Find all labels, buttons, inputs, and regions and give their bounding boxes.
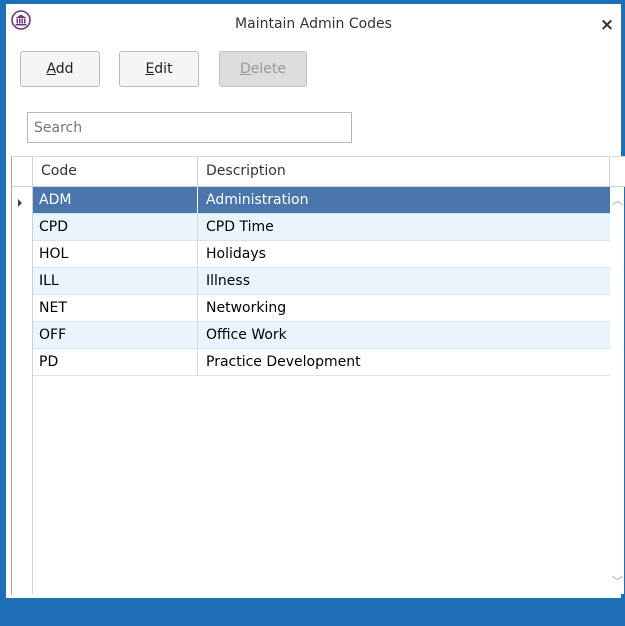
description-cell: Holidays: [206, 246, 266, 262]
column-header-description[interactable]: Description: [198, 157, 610, 186]
chevron-up-icon[interactable]: ︿: [612, 192, 623, 208]
table-row[interactable]: OFF Office Work: [33, 322, 610, 349]
add-button-label: dd: [55, 61, 74, 77]
table-row[interactable]: ILL Illness: [33, 268, 610, 295]
add-button[interactable]: Add: [20, 51, 100, 87]
chevron-down-icon[interactable]: ﹀: [612, 573, 623, 589]
grid-header: Code Description: [12, 157, 625, 187]
code-cell: ILL: [33, 268, 198, 294]
table-row[interactable]: HOL Holidays: [33, 241, 610, 268]
edit-button-label: dit: [154, 61, 173, 77]
table-row[interactable]: ADM Administration: [33, 187, 610, 214]
add-button-mnemonic: A: [46, 61, 56, 77]
vertical-scrollbar[interactable]: ︿ ﹀: [610, 187, 624, 594]
code-cell: CPD: [33, 214, 198, 240]
table-row[interactable]: NET Networking: [33, 295, 610, 322]
window-title: Maintain Admin Codes: [235, 16, 392, 32]
title-bar: Maintain Admin Codes ×: [6, 4, 621, 38]
delete-button-label: elete: [250, 61, 286, 77]
code-cell: PD: [33, 349, 198, 375]
status-bar: [0, 598, 625, 626]
description-cell: Illness: [206, 273, 250, 289]
description-cell: Networking: [206, 300, 287, 316]
search-input[interactable]: [27, 112, 352, 143]
current-row-arrow-icon: [18, 199, 22, 207]
row-indicator-column: [12, 157, 33, 594]
description-cell: Office Work: [206, 327, 287, 343]
description-cell: Practice Development: [206, 354, 361, 370]
code-cell: HOL: [33, 241, 198, 267]
description-cell: CPD Time: [206, 219, 274, 235]
table-row[interactable]: PD Practice Development: [33, 349, 610, 376]
code-cell: ADM: [33, 187, 198, 213]
code-cell: NET: [33, 295, 198, 321]
delete-button-mnemonic: D: [240, 61, 251, 77]
admin-codes-grid: Code Description ADM Administration CPD …: [11, 156, 625, 595]
edit-button[interactable]: Edit: [119, 51, 199, 87]
code-cell: OFF: [33, 322, 198, 348]
table-row[interactable]: CPD CPD Time: [33, 214, 610, 241]
delete-button[interactable]: Delete: [219, 51, 307, 87]
admin-codes-window: Maintain Admin Codes × Add Edit Delete C…: [0, 0, 625, 626]
edit-button-mnemonic: E: [145, 61, 155, 77]
description-cell: Administration: [206, 192, 309, 208]
close-icon[interactable]: ×: [599, 17, 615, 34]
column-header-code[interactable]: Code: [33, 157, 198, 186]
window-border-left: [0, 0, 6, 626]
